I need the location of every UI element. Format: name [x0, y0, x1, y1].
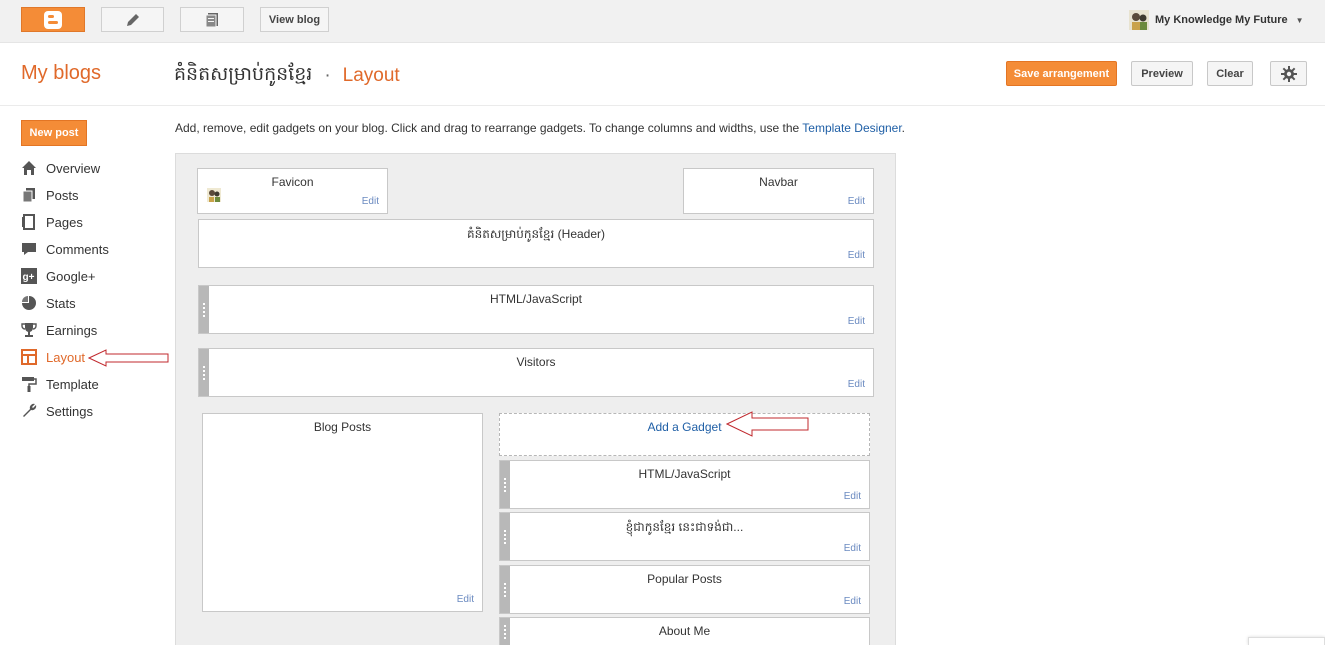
- gadget-title: Popular Posts: [647, 572, 722, 586]
- sidebar-item-label: Comments: [46, 241, 109, 257]
- wrench-icon: [21, 403, 37, 419]
- edit-link[interactable]: Edit: [844, 491, 861, 502]
- posts-list-button[interactable]: [180, 7, 244, 32]
- sidebar-item-label: Layout: [46, 349, 86, 365]
- gadget-title: Navbar: [759, 175, 798, 189]
- posts-icon: [205, 12, 218, 27]
- layout-instructions: Add, remove, edit gadgets on your blog. …: [175, 121, 905, 135]
- sidebar-item-earnings[interactable]: Earnings: [21, 320, 97, 340]
- page-title: គំនិតសម្រាប់កូនខ្មែរ · Layout: [174, 62, 400, 90]
- sidebar-item-label: Stats: [46, 295, 76, 311]
- account-menu[interactable]: My Knowledge My Future ▼: [1129, 10, 1304, 30]
- gadget-title: គំនិតសម្រាប់កូនខ្មែរ (Header): [466, 227, 606, 241]
- gadget-title: ខ្ញុំជាកូនខ្មែរ នេះជាទង់ជា...: [625, 520, 744, 534]
- blogger-icon: [44, 10, 62, 29]
- gadget-about-me[interactable]: About Me: [499, 617, 870, 645]
- svg-text:g+: g+: [23, 272, 35, 283]
- gadget-visitors[interactable]: Visitors Edit: [198, 348, 874, 397]
- sidebar-item-settings[interactable]: Settings: [21, 401, 93, 421]
- edit-link[interactable]: Edit: [844, 543, 861, 554]
- blogger-logo-button[interactable]: [21, 7, 85, 32]
- paint-roller-icon: [21, 376, 37, 392]
- account-name: My Knowledge My Future: [1155, 14, 1288, 26]
- gadget-navbar[interactable]: Navbar Edit: [683, 168, 874, 214]
- clear-button[interactable]: Clear: [1207, 61, 1253, 86]
- view-blog-button[interactable]: View blog: [260, 7, 329, 32]
- gadget-favicon[interactable]: Favicon Edit: [197, 168, 388, 214]
- posts-icon: [21, 187, 37, 203]
- sidebar-item-comments[interactable]: Comments: [21, 239, 109, 259]
- new-post-button[interactable]: New post: [21, 120, 87, 146]
- new-post-pencil-button[interactable]: [101, 7, 164, 32]
- my-blogs-link[interactable]: My blogs: [21, 62, 101, 85]
- edit-link[interactable]: Edit: [848, 250, 865, 261]
- edit-link[interactable]: Edit: [848, 316, 865, 327]
- sidebar-item-layout[interactable]: Layout: [21, 347, 85, 367]
- gadget-blog-posts[interactable]: Blog Posts Edit: [202, 413, 483, 612]
- section-name: Layout: [342, 65, 400, 86]
- gadget-title: Blog Posts: [313, 420, 372, 434]
- edit-link[interactable]: Edit: [848, 196, 865, 207]
- gadget-popular-posts[interactable]: Popular Posts Edit: [499, 565, 870, 614]
- gadget-title: Favicon: [271, 175, 314, 189]
- gadget-title: Visitors: [516, 355, 556, 369]
- gadget-html-javascript[interactable]: HTML/JavaScript Edit: [198, 285, 874, 334]
- sidebar-item-label: Settings: [46, 403, 93, 419]
- sidebar-item-overview[interactable]: Overview: [21, 158, 100, 178]
- sidebar-item-template[interactable]: Template: [21, 374, 99, 394]
- settings-gear-button[interactable]: [1270, 61, 1307, 86]
- sidebar-item-label: Posts: [46, 187, 79, 203]
- annotation-arrow-icon: [726, 411, 809, 437]
- sidebar-item-stats[interactable]: Stats: [21, 293, 76, 313]
- gadget-title: HTML/JavaScript: [638, 467, 731, 481]
- sidebar-item-label: Template: [46, 376, 99, 392]
- gadget-title: About Me: [658, 624, 711, 638]
- annotation-arrow-icon: [88, 349, 169, 367]
- sidebar-item-pages[interactable]: Pages: [21, 212, 83, 232]
- google-plus-icon: g+: [21, 268, 37, 284]
- edit-link[interactable]: Edit: [362, 196, 379, 207]
- sidebar-item-google-plus[interactable]: g+ Google+: [21, 266, 96, 286]
- title-separator: ·: [324, 65, 331, 86]
- sidebar-item-label: Overview: [46, 160, 101, 176]
- gadget-html-javascript-sidebar[interactable]: HTML/JavaScript Edit: [499, 460, 870, 509]
- sidebar-item-label: Google+: [46, 268, 96, 284]
- stats-icon: [21, 295, 37, 311]
- template-designer-link[interactable]: Template Designer: [802, 121, 901, 135]
- sidebar-item-label: Earnings: [46, 322, 98, 338]
- home-icon: [21, 160, 37, 176]
- edit-link[interactable]: Edit: [844, 596, 861, 607]
- save-arrangement-button[interactable]: Save arrangement: [1006, 61, 1117, 86]
- pages-icon: [21, 214, 37, 230]
- blog-title[interactable]: គំនិតសម្រាប់កូនខ្មែរ: [174, 62, 312, 90]
- layout-icon: [21, 349, 37, 365]
- chevron-down-icon: ▼: [1295, 15, 1304, 25]
- sidebar-item-label: Pages: [46, 214, 83, 230]
- gear-icon: [1280, 65, 1297, 82]
- favicon-icon: [207, 188, 221, 202]
- gadget-title: HTML/JavaScript: [489, 292, 583, 306]
- comments-icon: [21, 241, 37, 257]
- preview-button[interactable]: Preview: [1131, 61, 1193, 86]
- corner-widget: [1248, 637, 1325, 645]
- add-gadget-link[interactable]: Add a Gadget: [500, 420, 869, 434]
- header-divider: [0, 105, 1325, 106]
- gadget-header[interactable]: គំនិតសម្រាប់កូនខ្មែរ (Header) Edit: [198, 219, 874, 268]
- avatar: [1129, 10, 1149, 30]
- instruction-text: Add, remove, edit gadgets on your blog. …: [175, 121, 803, 135]
- add-gadget-box[interactable]: Add a Gadget: [499, 413, 870, 456]
- instruction-end: .: [901, 121, 906, 135]
- edit-link[interactable]: Edit: [848, 379, 865, 390]
- pencil-icon: [126, 13, 139, 26]
- gadget-khmer-flag[interactable]: ខ្ញុំជាកូនខ្មែរ នេះជាទង់ជា... Edit: [499, 512, 870, 561]
- sidebar-item-posts[interactable]: Posts: [21, 185, 79, 205]
- edit-link[interactable]: Edit: [457, 594, 474, 605]
- trophy-icon: [21, 322, 37, 338]
